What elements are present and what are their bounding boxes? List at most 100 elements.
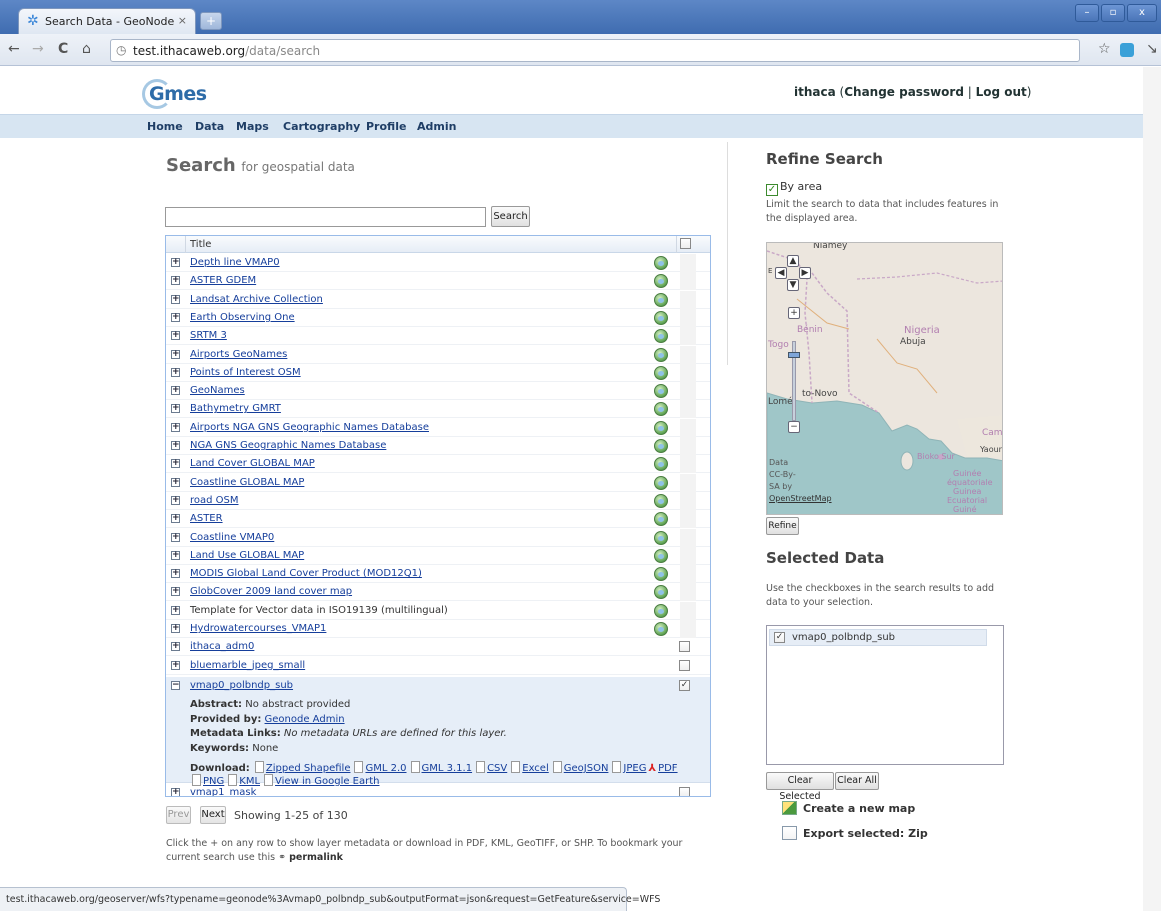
row-title[interactable]: ithaca_adm0 <box>190 641 254 652</box>
globe-icon[interactable] <box>654 585 668 600</box>
table-row[interactable]: + SRTM 3 <box>166 327 710 346</box>
row-title[interactable]: SRTM 3 <box>190 330 227 341</box>
provider-link[interactable]: Geonode Admin <box>265 714 345 725</box>
table-row[interactable]: + ASTER <box>166 510 710 529</box>
title-column-header[interactable]: Title <box>190 239 211 250</box>
row-title[interactable]: ASTER <box>190 513 223 524</box>
expand-icon[interactable]: + <box>171 422 180 432</box>
extension-icon[interactable] <box>1120 43 1134 57</box>
next-button[interactable]: Next <box>200 806 226 824</box>
nav-data[interactable]: Data <box>195 120 224 133</box>
table-row[interactable]: + ithaca_adm0 <box>166 638 710 657</box>
download-link[interactable]: GeoJSON <box>564 763 609 774</box>
expand-icon[interactable]: + <box>171 441 180 450</box>
table-row[interactable]: + Coastline VMAP0 <box>166 528 710 547</box>
expand-icon[interactable]: + <box>171 569 180 579</box>
download-link[interactable]: GML 2.0 <box>365 763 406 774</box>
expand-icon[interactable]: + <box>171 788 180 796</box>
change-password-link[interactable]: Change password <box>844 85 964 99</box>
expand-icon[interactable]: + <box>171 258 180 267</box>
download-link[interactable]: JPEG <box>623 763 646 774</box>
row-title[interactable]: GlobCover 2009 land cover map <box>190 586 352 597</box>
table-row[interactable]: + Airports NGA GNS Geographic Names Datab… <box>166 418 710 437</box>
selected-item[interactable]: ✓ vmap0_polbndp_sub <box>769 629 987 646</box>
table-row[interactable]: + MODIS Global Land Cover Product (MOD12Q… <box>166 565 710 584</box>
row-title[interactable]: Landsat Archive Collection <box>190 294 323 305</box>
export-zip-link[interactable]: Zip <box>908 827 928 840</box>
row-title[interactable]: road OSM <box>190 495 239 506</box>
table-row[interactable]: + Bathymetry GMRT <box>166 400 710 419</box>
zoom-slider-knob[interactable] <box>788 352 800 358</box>
table-row[interactable]: + NGA GNS Geographic Names Database <box>166 437 710 455</box>
new-tab-button[interactable]: + <box>200 12 222 30</box>
minimize-button[interactable]: – <box>1075 4 1099 22</box>
close-window-button[interactable]: x <box>1127 4 1157 22</box>
row-title[interactable]: vmap0_polbndp_sub <box>190 680 293 691</box>
download-link[interactable]: Excel <box>522 763 549 774</box>
expand-icon[interactable]: + <box>171 294 180 304</box>
globe-icon[interactable] <box>654 310 668 325</box>
table-row[interactable]: + GlobCover 2009 land cover map <box>166 583 710 602</box>
maximize-button[interactable]: ▫ <box>1101 4 1125 22</box>
table-row[interactable]: + bluemarble_jpeg_small <box>166 657 710 675</box>
globe-icon[interactable] <box>654 530 668 545</box>
expand-icon[interactable]: + <box>171 404 180 414</box>
nav-profile[interactable]: Profile <box>366 120 406 133</box>
osm-link[interactable]: OpenStreetMap <box>769 493 832 505</box>
globe-icon[interactable] <box>654 420 668 435</box>
expand-icon[interactable]: + <box>171 349 180 359</box>
globe-icon[interactable] <box>654 365 668 380</box>
row-title[interactable]: Hydrowatercourses_VMAP1 <box>190 623 326 634</box>
clear-all-button[interactable]: Clear All <box>835 772 879 790</box>
area-map[interactable]: Niamey E Bénin Togo Nigeria Abuja to-Nov… <box>766 242 1003 515</box>
clear-selected-button[interactable]: Clear Selected <box>766 772 834 802</box>
expand-icon[interactable]: + <box>171 660 180 670</box>
table-row[interactable]: + Coastline GLOBAL MAP <box>166 473 710 492</box>
select-all-checkbox[interactable] <box>680 238 691 249</box>
globe-icon[interactable] <box>654 567 668 582</box>
expand-icon[interactable]: + <box>171 386 180 396</box>
row-title[interactable]: Airports NGA GNS Geographic Names Databa… <box>190 422 429 433</box>
row-title[interactable]: Earth Observing One <box>190 312 295 323</box>
refine-button[interactable]: Refine <box>766 517 799 535</box>
download-link[interactable]: GML 3.1.1 <box>422 763 473 774</box>
row-title[interactable]: NGA GNS Geographic Names Database <box>190 440 386 451</box>
expand-icon[interactable]: + <box>171 367 180 377</box>
gmes-logo[interactable]: Gmes <box>142 79 220 109</box>
table-row[interactable]: + Points of Interest OSM <box>166 363 710 382</box>
globe-icon[interactable] <box>654 256 668 270</box>
table-row[interactable]: + Land Cover GLOBAL MAP <box>166 455 710 474</box>
nav-cartography[interactable]: Cartography <box>283 120 360 133</box>
back-arrow-icon[interactable]: ← <box>8 41 20 57</box>
expand-icon[interactable]: + <box>171 276 180 286</box>
bookmark-star-icon[interactable]: ☆ <box>1098 41 1111 57</box>
globe-icon[interactable] <box>654 603 668 618</box>
table-row[interactable]: + Airports GeoNames <box>166 345 710 364</box>
table-row[interactable]: + road OSM <box>166 491 710 510</box>
by-area-option[interactable]: ✓ By area <box>766 180 822 196</box>
zoom-in-button[interactable]: + <box>788 307 800 319</box>
download-link[interactable]: Zipped Shapefile <box>266 763 351 774</box>
table-row[interactable]: + Hydrowatercourses_VMAP1 <box>166 620 710 638</box>
home-icon[interactable]: ⌂ <box>82 41 91 57</box>
browser-tab[interactable]: ✲ Search Data - GeoNode × <box>18 8 196 34</box>
expand-icon[interactable]: + <box>171 624 180 633</box>
download-link[interactable]: CSV <box>487 763 507 774</box>
table-row[interactable]: + vmap1_mask <box>166 784 710 796</box>
collapse-icon[interactable]: − <box>171 681 180 690</box>
forward-arrow-icon[interactable]: → <box>32 41 44 57</box>
nav-home[interactable]: Home <box>147 120 183 133</box>
pan-left-button[interactable]: ◀ <box>775 267 787 279</box>
row-checkbox[interactable] <box>679 787 690 796</box>
row-title[interactable]: GeoNames <box>190 385 245 396</box>
tab-close-icon[interactable]: × <box>178 14 187 27</box>
expand-icon[interactable]: + <box>171 495 180 505</box>
globe-icon[interactable] <box>654 274 668 289</box>
row-title[interactable]: Coastline GLOBAL MAP <box>190 477 304 488</box>
row-title[interactable]: Airports GeoNames <box>190 349 287 360</box>
row-title[interactable]: Points of Interest OSM <box>190 367 301 378</box>
row-title[interactable]: Template for Vector data in ISO19139 (mu… <box>190 605 448 616</box>
table-row[interactable]: + Depth line VMAP0 <box>166 254 710 272</box>
row-checkbox[interactable] <box>679 659 690 671</box>
expand-icon[interactable]: + <box>171 587 180 597</box>
